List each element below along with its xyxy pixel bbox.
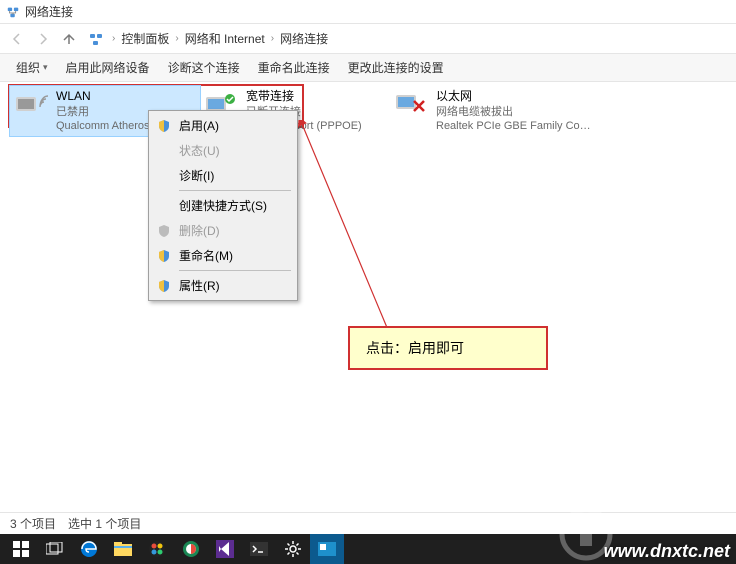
- shield-icon: [155, 118, 173, 134]
- connection-status: 网络电缆被拔出: [436, 105, 596, 119]
- browser-button[interactable]: [174, 534, 208, 564]
- taskview-button[interactable]: [38, 534, 72, 564]
- network-icon: [6, 5, 20, 19]
- back-button[interactable]: [6, 28, 28, 50]
- app-button[interactable]: [140, 534, 174, 564]
- connection-name: 宽带连接: [246, 89, 362, 105]
- ctx-enable[interactable]: 启用(A): [151, 113, 295, 138]
- explorer-button[interactable]: [106, 534, 140, 564]
- terminal-button[interactable]: [242, 534, 276, 564]
- shield-icon: [155, 248, 173, 264]
- change-settings-button[interactable]: 更改此连接的设置: [340, 56, 452, 79]
- chevron-right-icon[interactable]: ›: [108, 33, 119, 44]
- breadcrumb[interactable]: › 控制面板 › 网络和 Internet › 网络连接: [84, 28, 730, 50]
- selected-count: 选中 1 个项目: [68, 515, 141, 532]
- chevron-right-icon[interactable]: ›: [171, 33, 182, 44]
- connection-ethernet[interactable]: 以太网 网络电缆被拔出 Realtek PCIe GBE Family Cont…: [390, 86, 600, 136]
- organize-menu[interactable]: 组织: [8, 56, 56, 79]
- tutorial-annotation: 点击：启用即可: [348, 326, 548, 370]
- forward-button[interactable]: [32, 28, 54, 50]
- navbar: › 控制面板 › 网络和 Internet › 网络连接: [0, 24, 736, 54]
- enable-device-button[interactable]: 启用此网络设备: [58, 56, 158, 79]
- toolbar: 组织 启用此网络设备 诊断这个连接 重命名此连接 更改此连接的设置: [0, 54, 736, 82]
- network-icon: [88, 31, 104, 47]
- rename-button[interactable]: 重命名此连接: [250, 56, 338, 79]
- ctx-delete: 删除(D): [151, 218, 295, 243]
- separator: [179, 190, 291, 191]
- ethernet-icon: [394, 89, 430, 121]
- vs-button[interactable]: [208, 534, 242, 564]
- up-button[interactable]: [58, 28, 80, 50]
- ctx-status: 状态(U): [151, 138, 295, 163]
- connection-name: 以太网: [436, 89, 596, 105]
- start-button[interactable]: [4, 534, 38, 564]
- ctx-diagnose[interactable]: 诊断(I): [151, 163, 295, 188]
- connection-desc: Realtek PCIe GBE Family Contr...: [436, 119, 596, 133]
- chevron-right-icon[interactable]: ›: [267, 33, 278, 44]
- settings-button[interactable]: [276, 534, 310, 564]
- shield-icon: [155, 223, 173, 239]
- shield-icon: [155, 278, 173, 294]
- watermark-text: www.dnxtc.net: [604, 541, 730, 562]
- titlebar: 网络连接: [0, 0, 736, 24]
- breadcrumb-item[interactable]: 网络和 Internet: [183, 30, 267, 47]
- ctx-properties[interactable]: 属性(R): [151, 273, 295, 298]
- breadcrumb-item[interactable]: 网络连接: [278, 30, 330, 47]
- window-title: 网络连接: [25, 3, 73, 20]
- content-area: WLAN 已禁用 Qualcomm Atheros AR... 宽带连接 已断开…: [0, 82, 736, 510]
- connection-name: WLAN: [56, 89, 176, 105]
- ctx-rename[interactable]: 重命名(M): [151, 243, 295, 268]
- wlan-icon: [14, 89, 50, 121]
- app-button[interactable]: [310, 534, 344, 564]
- annotation-arrow: [298, 120, 418, 340]
- ctx-shortcut[interactable]: 创建快捷方式(S): [151, 193, 295, 218]
- diagnose-button[interactable]: 诊断这个连接: [160, 56, 248, 79]
- item-count: 3 个项目: [10, 515, 56, 532]
- separator: [179, 270, 291, 271]
- edge-button[interactable]: [72, 534, 106, 564]
- context-menu: 启用(A) 状态(U) 诊断(I) 创建快捷方式(S) 删除(D) 重命名(M)…: [148, 110, 298, 301]
- breadcrumb-item[interactable]: 控制面板: [119, 30, 171, 47]
